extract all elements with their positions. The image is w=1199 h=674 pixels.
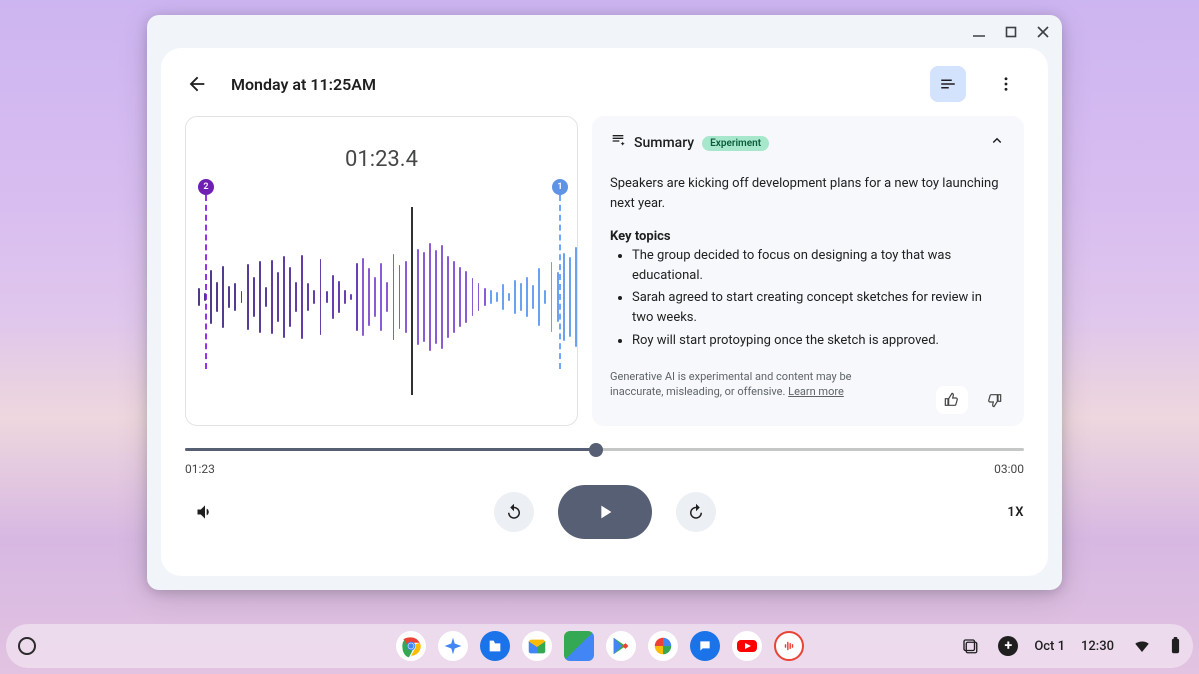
playback-speed-button[interactable]: 1X bbox=[1007, 505, 1024, 520]
summary-panel: Summary Experiment Speakers are kicking … bbox=[592, 116, 1024, 426]
forward-button[interactable] bbox=[676, 492, 716, 532]
summary-overview: Speakers are kicking off development pla… bbox=[610, 174, 1006, 213]
youtube-icon[interactable] bbox=[732, 631, 762, 661]
recorder-icon[interactable] bbox=[774, 631, 804, 661]
maximize-button[interactable] bbox=[1002, 23, 1020, 41]
waveform-panel: 01:23.4 2 1 bbox=[185, 116, 578, 426]
key-topic-item: The group decided to focus on designing … bbox=[632, 246, 1006, 286]
shelf-apps bbox=[396, 631, 804, 661]
key-topic-item: Roy will start protoyping once the sketc… bbox=[632, 331, 1006, 351]
waveform-playhead[interactable] bbox=[411, 207, 413, 395]
volume-button[interactable] bbox=[185, 492, 225, 532]
status-date[interactable]: Oct 1 bbox=[1034, 639, 1065, 654]
battery-icon[interactable] bbox=[1170, 637, 1181, 655]
window-titlebar bbox=[147, 15, 1062, 48]
current-time-label: 01:23 bbox=[185, 462, 215, 476]
duration-label: 03:00 bbox=[994, 462, 1024, 476]
taskbar: + Oct 1 12:30 bbox=[6, 624, 1193, 668]
playback-timer: 01:23.4 bbox=[186, 147, 577, 172]
thumbs-up-button[interactable] bbox=[936, 386, 968, 414]
tote-icon[interactable] bbox=[958, 634, 982, 658]
waveform[interactable] bbox=[198, 217, 577, 377]
play-button[interactable] bbox=[558, 485, 652, 539]
key-topics-list: The group decided to focus on designing … bbox=[610, 246, 1006, 351]
ai-disclaimer: Generative AI is experimental and conten… bbox=[610, 369, 900, 400]
close-button[interactable] bbox=[1034, 23, 1052, 41]
experiment-badge: Experiment bbox=[702, 136, 769, 151]
summary-label: Summary bbox=[634, 135, 694, 151]
speaker-badge-2: 2 bbox=[198, 179, 214, 195]
minimize-button[interactable] bbox=[970, 23, 988, 41]
speaker-badge-1: 1 bbox=[552, 179, 568, 195]
app-window: Monday at 11:25AM 01:23.4 2 1 bbox=[147, 15, 1062, 590]
status-time[interactable]: 12:30 bbox=[1081, 639, 1114, 654]
rewind-button[interactable] bbox=[494, 492, 534, 532]
learn-more-link[interactable]: Learn more bbox=[788, 385, 844, 398]
transcript-view-button[interactable] bbox=[930, 66, 966, 102]
meet-icon[interactable] bbox=[564, 631, 594, 661]
launcher-button[interactable] bbox=[18, 637, 36, 655]
thumbs-down-button[interactable] bbox=[978, 386, 1010, 414]
main-card: Monday at 11:25AM 01:23.4 2 1 bbox=[161, 48, 1048, 576]
photos-icon[interactable] bbox=[648, 631, 678, 661]
gmail-icon[interactable] bbox=[522, 631, 552, 661]
back-button[interactable] bbox=[185, 72, 209, 96]
collapse-summary-button[interactable] bbox=[988, 132, 1006, 154]
gemini-icon[interactable] bbox=[438, 631, 468, 661]
play-store-icon[interactable] bbox=[606, 631, 636, 661]
seek-bar[interactable]: 01:23 03:00 bbox=[185, 440, 1024, 476]
wifi-icon[interactable] bbox=[1130, 634, 1154, 658]
page-title: Monday at 11:25AM bbox=[231, 75, 376, 94]
files-icon[interactable] bbox=[480, 631, 510, 661]
more-options-button[interactable] bbox=[988, 66, 1024, 102]
phone-hub-button[interactable]: + bbox=[998, 636, 1018, 656]
key-topic-item: Sarah agreed to start creating concept s… bbox=[632, 288, 1006, 328]
messages-icon[interactable] bbox=[690, 631, 720, 661]
summary-spark-icon bbox=[610, 133, 626, 153]
chrome-icon[interactable] bbox=[396, 631, 426, 661]
key-topics-heading: Key topics bbox=[610, 229, 1006, 244]
